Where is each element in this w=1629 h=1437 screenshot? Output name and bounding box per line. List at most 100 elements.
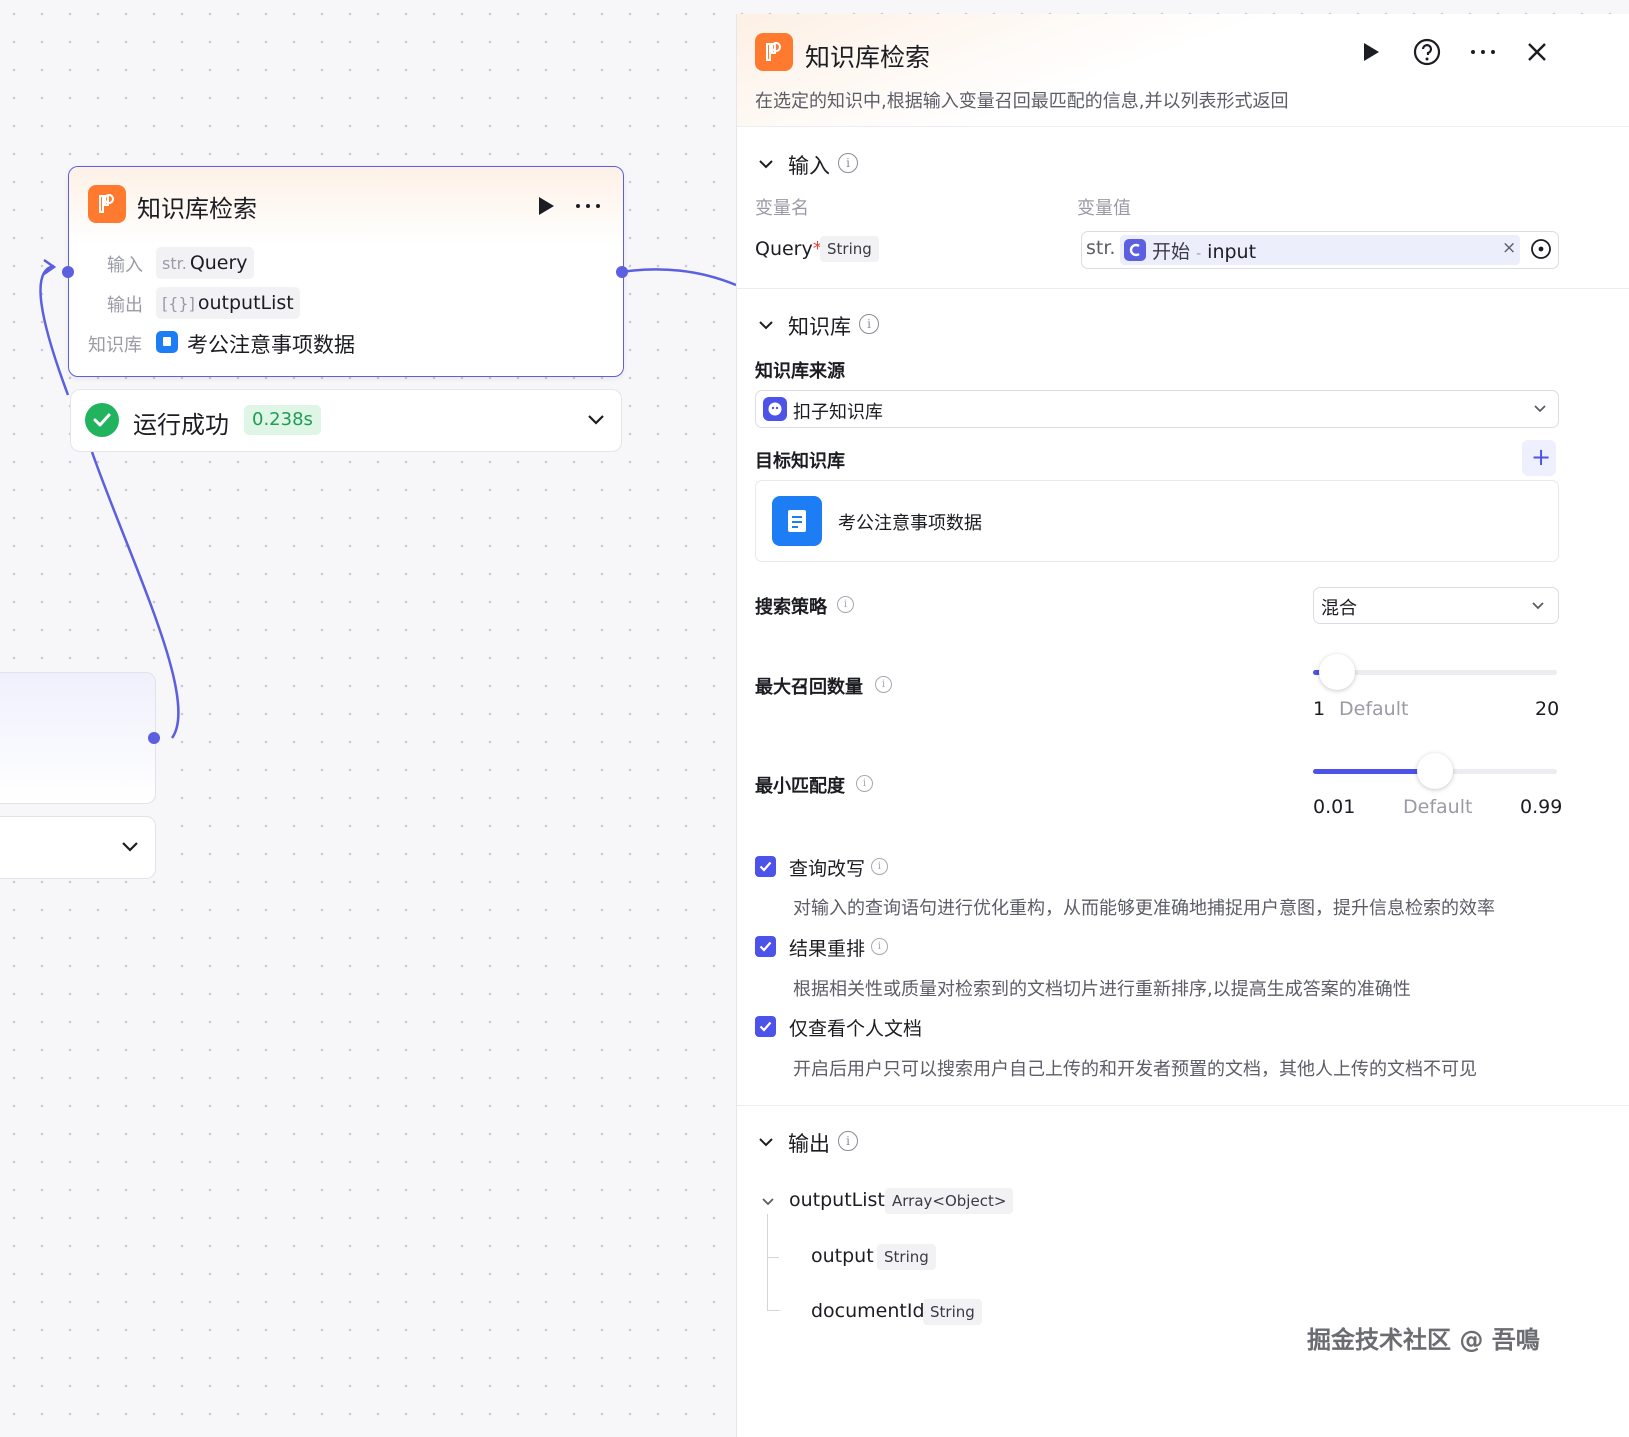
min-match-min: 0.01 [1313,796,1356,818]
output-child-type: String [923,1299,982,1325]
node-title: 知识库检索 [137,195,257,223]
query-rewrite-label: 查询改写 [789,858,866,880]
min-match-label: 最小匹配度 [755,776,845,797]
run-icon[interactable] [535,195,557,217]
more-icon [1471,50,1495,54]
add-kb-button[interactable]: + [1522,440,1556,476]
var-name-text: Query [755,238,813,260]
run-status-card[interactable]: 运行成功 0.238s [70,389,622,452]
partial-node-port[interactable] [148,732,160,744]
partial-node[interactable] [0,672,156,804]
personal-docs-label: 仅查看个人文档 [789,1018,923,1040]
kb-section-title: 知识库 [788,315,851,339]
node-input-label: 输入 [107,255,143,276]
var-ref-var: input [1207,241,1257,263]
max-recall-max: 20 [1535,698,1560,720]
close-button[interactable] [1520,35,1554,69]
search-strategy-select[interactable]: 混合 [1313,587,1559,624]
watermark: 掘金技术社区 @ 吾鳴 [1307,1326,1540,1354]
slider-handle[interactable] [1417,753,1453,789]
plus-icon: + [1531,443,1552,471]
var-ref-text: 开始 - input [1152,237,1256,264]
result-rerank-desc: 根据相关性或质量对检索到的文档切片进行重新排序,以提高生成答案的准确性 [793,979,1411,1000]
clear-icon[interactable]: × [1502,238,1516,258]
more-icon[interactable] [574,195,602,217]
chevron-down-icon[interactable] [586,412,606,428]
max-recall-default: Default [1339,698,1409,720]
info-icon[interactable]: i [838,153,858,173]
string-type-icon: str. [162,254,187,273]
chevron-down-icon [1534,405,1546,413]
search-strategy-label: 搜索策略 [755,597,827,618]
max-recall-min: 1 [1313,698,1326,720]
output-root-type: Array<Object> [885,1188,1014,1214]
output-tree-branch [767,1257,779,1258]
help-icon [1413,38,1441,66]
node-config-panel: 知识库检索 在选定的知识中,根据输入变量召回最匹配的信息,并以列表形式返回 输入… [736,14,1629,1437]
personal-docs-desc: 开启后用户只可以搜索用户自己上传的和开发者预置的文档，其他人上传的文档不可见 [793,1059,1477,1080]
kb-target-name: 考公注意事项数据 [838,513,982,534]
node-input-value: Query [189,252,248,274]
output-child-name: output [811,1245,874,1267]
check-icon [759,1021,772,1032]
result-rerank-checkbox[interactable] [755,936,776,957]
start-node-icon [1124,239,1146,261]
personal-docs-checkbox[interactable] [755,1016,776,1037]
divider [737,1105,1629,1106]
max-recall-slider[interactable] [1313,654,1557,690]
document-icon [772,496,822,546]
output-root-name: outputList [789,1189,885,1211]
array-object-icon: [{}] [162,294,195,313]
kb-source-select[interactable]: 扣子知识库 [755,390,1559,428]
query-rewrite-checkbox[interactable] [755,856,776,877]
check-icon [759,941,772,952]
chevron-down-icon[interactable] [757,316,775,334]
node-output-label: 输出 [107,295,143,316]
variable-picker-icon[interactable] [1530,238,1552,260]
divider [737,288,1629,289]
info-icon[interactable]: i [859,314,879,334]
node-output-chip: [{}] outputList [156,287,300,319]
kb-target-card[interactable]: 考公注意事项数据 [755,480,1559,562]
input-port[interactable] [62,266,74,278]
coze-kb-icon [763,397,787,421]
run-button[interactable] [1354,35,1388,69]
kb-target-label: 目标知识库 [755,451,845,472]
partial-status-card[interactable] [0,816,156,879]
chevron-down-icon[interactable] [120,839,140,855]
query-rewrite-desc: 对输入的查询语句进行优化重构，从而能够更准确地捕捉用户意图，提升信息检索的效率 [793,898,1495,919]
knowledge-retrieval-node[interactable]: 知识库检索 输入 str. Query 输出 [{}] outputList 知识库… [62,166,628,377]
var-name: Query* [755,238,822,260]
panel-header: 知识库检索 在选定的知识中,根据输入变量召回最匹配的信息,并以列表形式返回 [737,14,1629,127]
info-icon[interactable]: i [838,1131,858,1151]
min-match-slider[interactable] [1313,753,1557,789]
node-output-value: outputList [197,292,294,314]
run-status-text: 运行成功 [133,411,229,439]
check-icon [759,861,772,872]
var-ref-node: 开始 [1152,241,1191,263]
min-match-default: Default [1403,796,1473,818]
info-icon[interactable]: i [871,858,888,875]
info-icon[interactable]: i [871,938,888,955]
var-value-field[interactable]: str. 开始 - input × [1081,231,1559,269]
var-type-tag: String [820,236,879,262]
chevron-down-icon[interactable] [757,1133,775,1151]
output-port[interactable] [616,266,628,278]
kb-source-label: 知识库来源 [755,361,845,382]
more-button[interactable] [1466,35,1500,69]
chevron-down-icon[interactable] [757,155,775,173]
node-kb-value: 考公注意事项数据 [187,333,355,357]
slider-handle[interactable] [1319,654,1355,690]
help-button[interactable] [1410,35,1444,69]
col-var-name: 变量名 [755,198,809,219]
node-input-chip: str. Query [156,247,254,279]
play-icon [1364,43,1379,61]
info-icon[interactable]: i [856,775,873,792]
chevron-down-icon[interactable] [760,1194,776,1210]
info-icon[interactable]: i [837,596,854,613]
search-strategy-value: 混合 [1321,598,1357,619]
run-time-badge: 0.238s [244,405,321,435]
output-child-type: String [877,1244,936,1270]
success-icon [85,403,119,437]
info-icon[interactable]: i [875,676,892,693]
